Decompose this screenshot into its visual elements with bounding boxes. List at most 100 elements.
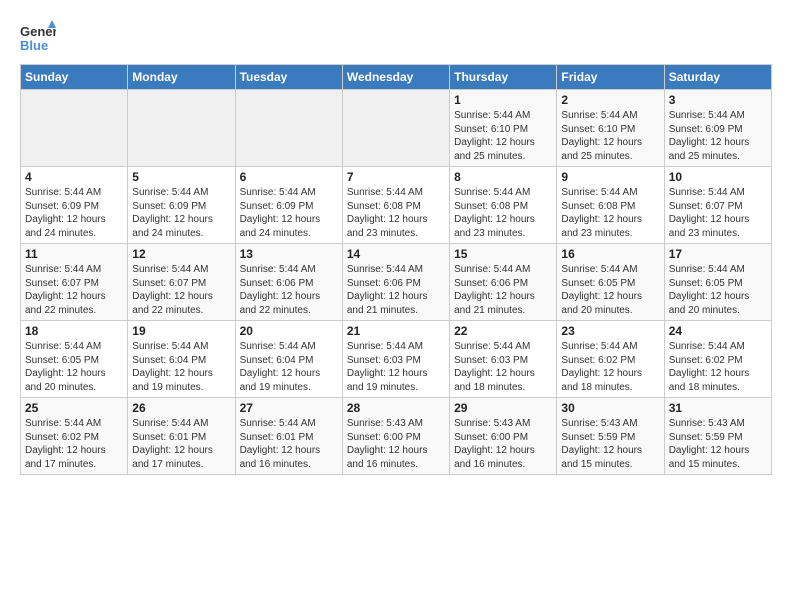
calendar-cell: 21 Sunrise: 5:44 AM Sunset: 6:03 PM Dayli…	[342, 321, 449, 398]
weekday-header-wednesday: Wednesday	[342, 65, 449, 90]
day-number: 12	[132, 247, 230, 261]
weekday-header-friday: Friday	[557, 65, 664, 90]
calendar-week-row: 4 Sunrise: 5:44 AM Sunset: 6:09 PM Daylig…	[21, 167, 772, 244]
calendar-week-row: 18 Sunrise: 5:44 AM Sunset: 6:05 PM Dayli…	[21, 321, 772, 398]
day-number: 1	[454, 93, 552, 107]
day-number: 28	[347, 401, 445, 415]
calendar-cell: 13 Sunrise: 5:44 AM Sunset: 6:06 PM Dayli…	[235, 244, 342, 321]
calendar-cell: 7 Sunrise: 5:44 AM Sunset: 6:08 PM Daylig…	[342, 167, 449, 244]
weekday-header-monday: Monday	[128, 65, 235, 90]
weekday-header-row: SundayMondayTuesdayWednesdayThursdayFrid…	[21, 65, 772, 90]
day-number: 25	[25, 401, 123, 415]
day-info: Sunrise: 5:44 AM Sunset: 6:10 PM Dayligh…	[454, 109, 552, 163]
calendar-cell: 28 Sunrise: 5:43 AM Sunset: 6:00 PM Dayli…	[342, 398, 449, 475]
day-number: 7	[347, 170, 445, 184]
logo-icon: General Blue	[20, 20, 56, 56]
calendar-week-row: 11 Sunrise: 5:44 AM Sunset: 6:07 PM Dayli…	[21, 244, 772, 321]
day-info: Sunrise: 5:44 AM Sunset: 6:02 PM Dayligh…	[669, 340, 767, 394]
day-number: 21	[347, 324, 445, 338]
weekday-header-thursday: Thursday	[450, 65, 557, 90]
day-info: Sunrise: 5:43 AM Sunset: 5:59 PM Dayligh…	[669, 417, 767, 471]
calendar-cell	[342, 90, 449, 167]
day-number: 11	[25, 247, 123, 261]
day-info: Sunrise: 5:44 AM Sunset: 6:02 PM Dayligh…	[25, 417, 123, 471]
calendar-cell	[21, 90, 128, 167]
calendar-cell: 22 Sunrise: 5:44 AM Sunset: 6:03 PM Dayli…	[450, 321, 557, 398]
day-number: 22	[454, 324, 552, 338]
day-number: 2	[561, 93, 659, 107]
weekday-header-saturday: Saturday	[664, 65, 771, 90]
day-info: Sunrise: 5:44 AM Sunset: 6:06 PM Dayligh…	[347, 263, 445, 317]
calendar-cell	[128, 90, 235, 167]
day-number: 8	[454, 170, 552, 184]
day-info: Sunrise: 5:44 AM Sunset: 6:05 PM Dayligh…	[669, 263, 767, 317]
day-info: Sunrise: 5:44 AM Sunset: 6:08 PM Dayligh…	[561, 186, 659, 240]
calendar-cell: 17Sunrise: 5:44 AM Sunset: 6:05 PM Dayli…	[664, 244, 771, 321]
day-info: Sunrise: 5:44 AM Sunset: 6:09 PM Dayligh…	[240, 186, 338, 240]
day-number: 9	[561, 170, 659, 184]
calendar-cell: 15 Sunrise: 5:44 AM Sunset: 6:06 PM Dayli…	[450, 244, 557, 321]
day-info: Sunrise: 5:44 AM Sunset: 6:05 PM Dayligh…	[25, 340, 123, 394]
calendar-cell: 23Sunrise: 5:44 AM Sunset: 6:02 PM Dayli…	[557, 321, 664, 398]
calendar-cell: 20 Sunrise: 5:44 AM Sunset: 6:04 PM Dayli…	[235, 321, 342, 398]
day-info: Sunrise: 5:44 AM Sunset: 6:06 PM Dayligh…	[454, 263, 552, 317]
day-info: Sunrise: 5:44 AM Sunset: 6:04 PM Dayligh…	[132, 340, 230, 394]
calendar-cell: 24 Sunrise: 5:44 AM Sunset: 6:02 PM Dayli…	[664, 321, 771, 398]
calendar-cell: 16Sunrise: 5:44 AM Sunset: 6:05 PM Dayli…	[557, 244, 664, 321]
calendar-cell: 3Sunrise: 5:44 AM Sunset: 6:09 PM Daylig…	[664, 90, 771, 167]
day-info: Sunrise: 5:43 AM Sunset: 5:59 PM Dayligh…	[561, 417, 659, 471]
day-number: 13	[240, 247, 338, 261]
calendar-cell: 30 Sunrise: 5:43 AM Sunset: 5:59 PM Dayli…	[557, 398, 664, 475]
calendar-cell: 29 Sunrise: 5:43 AM Sunset: 6:00 PM Dayli…	[450, 398, 557, 475]
day-info: Sunrise: 5:44 AM Sunset: 6:08 PM Dayligh…	[347, 186, 445, 240]
day-number: 20	[240, 324, 338, 338]
calendar-cell: 31 Sunrise: 5:43 AM Sunset: 5:59 PM Dayli…	[664, 398, 771, 475]
day-number: 27	[240, 401, 338, 415]
day-info: Sunrise: 5:44 AM Sunset: 6:02 PM Dayligh…	[561, 340, 659, 394]
day-info: Sunrise: 5:44 AM Sunset: 6:07 PM Dayligh…	[669, 186, 767, 240]
day-number: 26	[132, 401, 230, 415]
calendar-table: SundayMondayTuesdayWednesdayThursdayFrid…	[20, 64, 772, 475]
day-info: Sunrise: 5:44 AM Sunset: 6:07 PM Dayligh…	[132, 263, 230, 317]
day-number: 4	[25, 170, 123, 184]
calendar-cell: 12 Sunrise: 5:44 AM Sunset: 6:07 PM Dayli…	[128, 244, 235, 321]
day-number: 29	[454, 401, 552, 415]
calendar-cell: 11Sunrise: 5:44 AM Sunset: 6:07 PM Dayli…	[21, 244, 128, 321]
day-info: Sunrise: 5:44 AM Sunset: 6:10 PM Dayligh…	[561, 109, 659, 163]
logo: General Blue	[20, 20, 56, 56]
day-number: 5	[132, 170, 230, 184]
day-info: Sunrise: 5:44 AM Sunset: 6:06 PM Dayligh…	[240, 263, 338, 317]
calendar-cell: 19 Sunrise: 5:44 AM Sunset: 6:04 PM Dayli…	[128, 321, 235, 398]
page-header: General Blue	[20, 20, 772, 56]
weekday-header-tuesday: Tuesday	[235, 65, 342, 90]
day-info: Sunrise: 5:44 AM Sunset: 6:03 PM Dayligh…	[347, 340, 445, 394]
day-number: 15	[454, 247, 552, 261]
day-info: Sunrise: 5:44 AM Sunset: 6:09 PM Dayligh…	[25, 186, 123, 240]
day-info: Sunrise: 5:44 AM Sunset: 6:01 PM Dayligh…	[132, 417, 230, 471]
calendar-cell: 27Sunrise: 5:44 AM Sunset: 6:01 PM Dayli…	[235, 398, 342, 475]
day-number: 16	[561, 247, 659, 261]
day-info: Sunrise: 5:44 AM Sunset: 6:03 PM Dayligh…	[454, 340, 552, 394]
day-number: 31	[669, 401, 767, 415]
calendar-cell	[235, 90, 342, 167]
calendar-cell: 14Sunrise: 5:44 AM Sunset: 6:06 PM Dayli…	[342, 244, 449, 321]
day-info: Sunrise: 5:44 AM Sunset: 6:08 PM Dayligh…	[454, 186, 552, 240]
calendar-cell: 8 Sunrise: 5:44 AM Sunset: 6:08 PM Daylig…	[450, 167, 557, 244]
calendar-week-row: 1 Sunrise: 5:44 AM Sunset: 6:10 PM Daylig…	[21, 90, 772, 167]
calendar-cell: 18 Sunrise: 5:44 AM Sunset: 6:05 PM Dayli…	[21, 321, 128, 398]
calendar-cell: 26 Sunrise: 5:44 AM Sunset: 6:01 PM Dayli…	[128, 398, 235, 475]
day-number: 24	[669, 324, 767, 338]
calendar-cell: 4 Sunrise: 5:44 AM Sunset: 6:09 PM Daylig…	[21, 167, 128, 244]
day-number: 18	[25, 324, 123, 338]
day-number: 10	[669, 170, 767, 184]
day-info: Sunrise: 5:43 AM Sunset: 6:00 PM Dayligh…	[347, 417, 445, 471]
day-info: Sunrise: 5:43 AM Sunset: 6:00 PM Dayligh…	[454, 417, 552, 471]
calendar-week-row: 25 Sunrise: 5:44 AM Sunset: 6:02 PM Dayli…	[21, 398, 772, 475]
day-number: 30	[561, 401, 659, 415]
svg-text:Blue: Blue	[20, 38, 48, 53]
day-number: 3	[669, 93, 767, 107]
day-info: Sunrise: 5:44 AM Sunset: 6:09 PM Dayligh…	[132, 186, 230, 240]
calendar-cell: 9 Sunrise: 5:44 AM Sunset: 6:08 PM Daylig…	[557, 167, 664, 244]
day-info: Sunrise: 5:44 AM Sunset: 6:04 PM Dayligh…	[240, 340, 338, 394]
day-number: 19	[132, 324, 230, 338]
